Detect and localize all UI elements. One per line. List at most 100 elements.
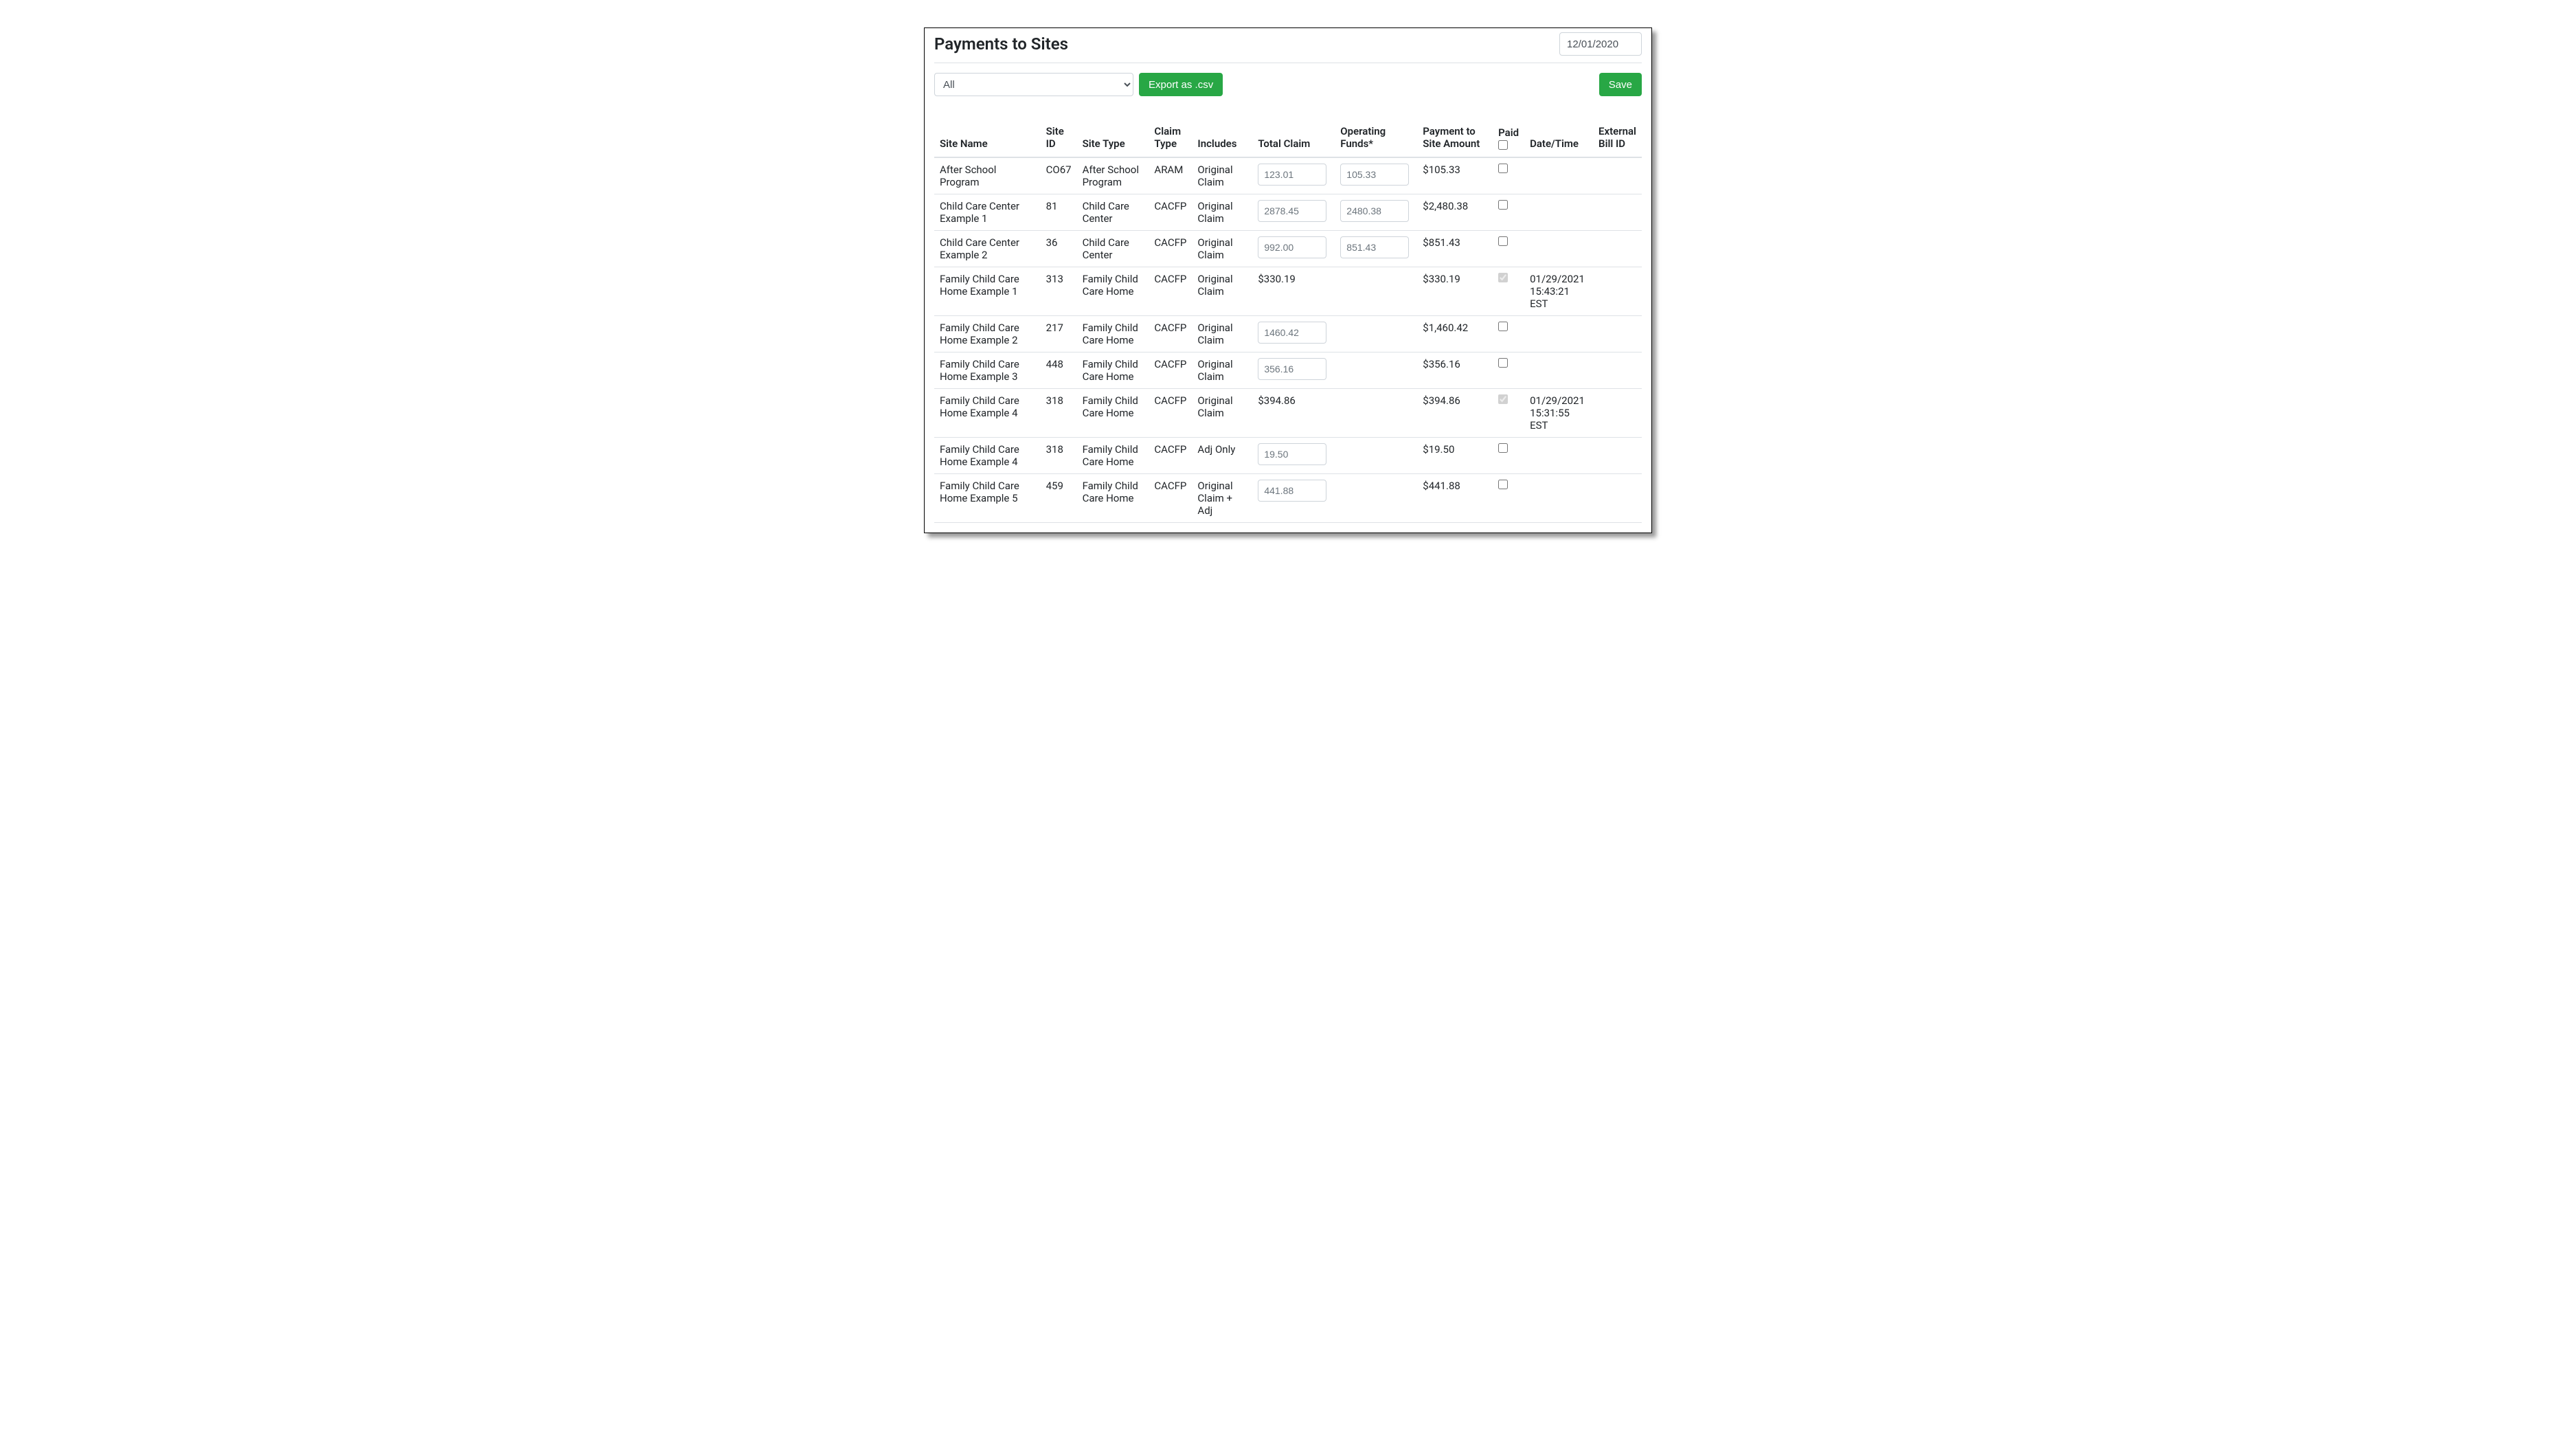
date-input[interactable] (1559, 32, 1642, 56)
cell-external-bill-id (1593, 194, 1642, 231)
cell-payment-amount: $105.33 (1417, 157, 1493, 194)
paid-checkbox[interactable] (1498, 236, 1508, 246)
total-claim-input[interactable] (1258, 443, 1326, 465)
cell-includes: Original Claim (1192, 267, 1252, 316)
operating-funds-input[interactable] (1340, 200, 1409, 222)
cell-claim-type: CACFP (1149, 267, 1192, 316)
cell-site-name: Family Child Care Home Example 1 (934, 267, 1041, 316)
cell-operating-funds (1335, 267, 1417, 316)
cell-total-claim (1252, 231, 1335, 267)
total-claim-input[interactable] (1258, 480, 1326, 502)
cell-paid (1493, 474, 1524, 523)
cell-site-id: 313 (1041, 267, 1077, 316)
cell-operating-funds (1335, 353, 1417, 389)
cell-payment-amount: $441.88 (1417, 474, 1493, 523)
total-claim-input[interactable] (1258, 358, 1326, 380)
cell-external-bill-id (1593, 389, 1642, 438)
th-date-time: Date/Time (1524, 121, 1593, 157)
paid-checkbox (1498, 394, 1508, 404)
paid-checkbox[interactable] (1498, 322, 1508, 331)
th-claim-type: Claim Type (1149, 121, 1192, 157)
cell-paid (1493, 316, 1524, 353)
cell-claim-type: CACFP (1149, 194, 1192, 231)
cell-claim-type: CACFP (1149, 316, 1192, 353)
cell-includes: Original Claim (1192, 316, 1252, 353)
cell-external-bill-id (1593, 267, 1642, 316)
cell-site-name: Family Child Care Home Example 2 (934, 316, 1041, 353)
table-row: Family Child Care Home Example 1313Famil… (934, 267, 1642, 316)
cell-date-time (1524, 474, 1593, 523)
total-claim-input[interactable] (1258, 236, 1326, 258)
th-total-claim: Total Claim (1252, 121, 1335, 157)
cell-claim-type: CACFP (1149, 353, 1192, 389)
cell-paid (1493, 267, 1524, 316)
cell-site-type: Family Child Care Home (1077, 389, 1149, 438)
cell-site-name: Child Care Center Example 2 (934, 231, 1041, 267)
total-claim-input[interactable] (1258, 200, 1326, 222)
cell-includes: Original Claim (1192, 353, 1252, 389)
cell-external-bill-id (1593, 474, 1642, 523)
cell-date-time (1524, 157, 1593, 194)
table-row: After School ProgramCO67After School Pro… (934, 157, 1642, 194)
cell-site-name: Family Child Care Home Example 4 (934, 389, 1041, 438)
cell-claim-type: CACFP (1149, 389, 1192, 438)
titlebar: Payments to Sites (934, 28, 1642, 63)
cell-payment-amount: $356.16 (1417, 353, 1493, 389)
cell-includes: Adj Only (1192, 438, 1252, 474)
cell-claim-type: ARAM (1149, 157, 1192, 194)
cell-date-time (1524, 194, 1593, 231)
cell-operating-funds (1335, 231, 1417, 267)
cell-site-type: Family Child Care Home (1077, 474, 1149, 523)
cell-operating-funds (1335, 438, 1417, 474)
cell-total-claim (1252, 194, 1335, 231)
th-operating-funds: Operating Funds* (1335, 121, 1417, 157)
cell-paid (1493, 389, 1524, 438)
cell-payment-amount: $394.86 (1417, 389, 1493, 438)
export-csv-button[interactable]: Export as .csv (1139, 73, 1223, 96)
cell-date-time: 01/29/2021 15:43:21 EST (1524, 267, 1593, 316)
cell-payment-amount: $851.43 (1417, 231, 1493, 267)
filter-select[interactable]: All (934, 73, 1133, 96)
cell-external-bill-id (1593, 316, 1642, 353)
cell-site-id: CO67 (1041, 157, 1077, 194)
cell-external-bill-id (1593, 157, 1642, 194)
cell-total-claim (1252, 157, 1335, 194)
cell-includes: Original Claim (1192, 157, 1252, 194)
cell-paid (1493, 353, 1524, 389)
cell-site-name: Family Child Care Home Example 4 (934, 438, 1041, 474)
cell-site-type: Child Care Center (1077, 231, 1149, 267)
cell-total-claim: $394.86 (1252, 389, 1335, 438)
paid-checkbox[interactable] (1498, 358, 1508, 368)
total-claim-input[interactable] (1258, 164, 1326, 186)
cell-payment-amount: $1,460.42 (1417, 316, 1493, 353)
cell-includes: Original Claim (1192, 194, 1252, 231)
cell-site-name: After School Program (934, 157, 1041, 194)
cell-payment-amount: $2,480.38 (1417, 194, 1493, 231)
table-row: Family Child Care Home Example 5459Famil… (934, 474, 1642, 523)
operating-funds-input[interactable] (1340, 164, 1409, 186)
cell-operating-funds (1335, 316, 1417, 353)
paid-checkbox[interactable] (1498, 200, 1508, 210)
paid-select-all-checkbox[interactable] (1498, 140, 1508, 150)
cell-site-type: Family Child Care Home (1077, 438, 1149, 474)
table-row: Child Care Center Example 236Child Care … (934, 231, 1642, 267)
cell-paid (1493, 231, 1524, 267)
total-claim-input[interactable] (1258, 322, 1326, 344)
cell-site-id: 36 (1041, 231, 1077, 267)
table-row: Family Child Care Home Example 4318Famil… (934, 438, 1642, 474)
paid-checkbox[interactable] (1498, 480, 1508, 489)
table-row: Family Child Care Home Example 3448Famil… (934, 353, 1642, 389)
cell-payment-amount: $330.19 (1417, 267, 1493, 316)
cell-site-type: After School Program (1077, 157, 1149, 194)
cell-site-type: Child Care Center (1077, 194, 1149, 231)
paid-checkbox[interactable] (1498, 443, 1508, 453)
cell-claim-type: CACFP (1149, 231, 1192, 267)
cell-date-time (1524, 316, 1593, 353)
cell-site-id: 318 (1041, 438, 1077, 474)
operating-funds-input[interactable] (1340, 236, 1409, 258)
cell-site-id: 459 (1041, 474, 1077, 523)
th-site-name: Site Name (934, 121, 1041, 157)
save-button[interactable]: Save (1599, 73, 1642, 96)
cell-date-time (1524, 353, 1593, 389)
paid-checkbox[interactable] (1498, 164, 1508, 173)
